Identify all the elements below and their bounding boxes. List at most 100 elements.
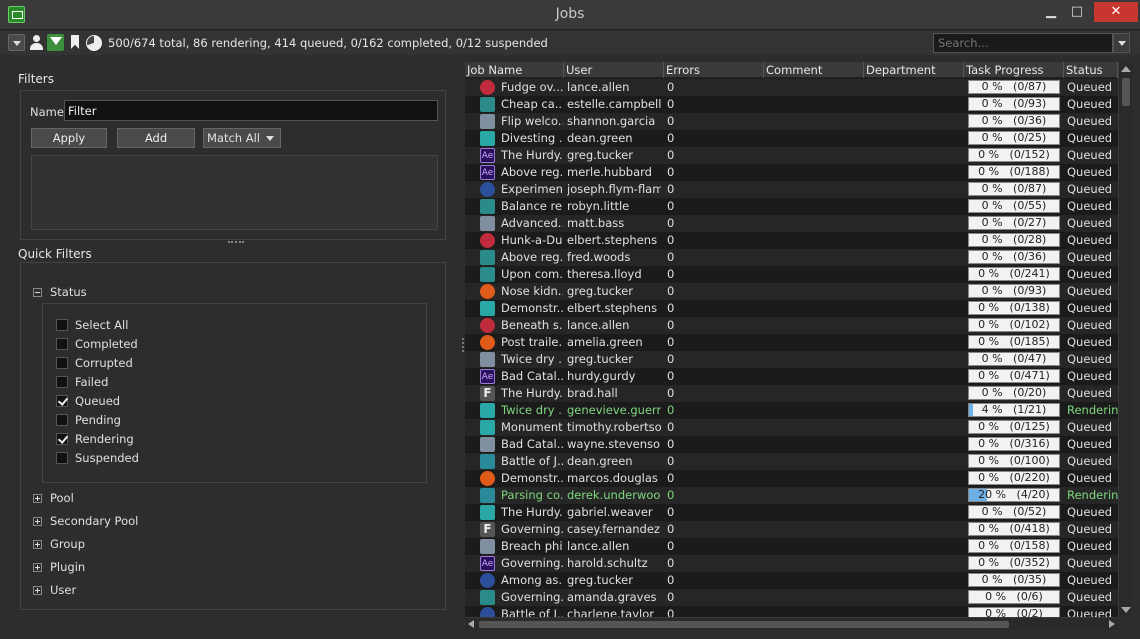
maya-icon — [480, 199, 495, 214]
table-row[interactable]: Post traile... amelia.green 0 Queued 0 % (0/… — [465, 334, 1118, 351]
hscroll-thumb[interactable] — [479, 621, 1009, 628]
jobs-table: Job Name User Errors Comment Department … — [465, 62, 1118, 617]
table-row[interactable]: Twice dry ... genevieve.guerr... 0 Renderin… — [465, 402, 1118, 419]
status-checkbox-failed[interactable] — [56, 376, 68, 388]
table-row[interactable]: Battle of J... charlene.taylor 0 Queued 0 % … — [465, 606, 1118, 617]
table-row[interactable]: Ae Bad Catal... hurdy.gurdy 0 Queued 0 % (0/4… — [465, 368, 1118, 385]
table-row[interactable]: Ae Governing... harold.schultz 0 Queued 0 % (… — [465, 555, 1118, 572]
status-option-label[interactable]: Queued — [75, 394, 120, 408]
scroll-up-icon[interactable] — [1121, 66, 1131, 72]
match-all-select[interactable]: Match All — [203, 128, 281, 148]
filter-name-input[interactable] — [64, 100, 438, 121]
table-row[interactable]: The Hurdy... gabriel.weaver 0 Queued 0 % (0/… — [465, 504, 1118, 521]
status-checkbox-pending[interactable] — [56, 414, 68, 426]
table-row[interactable]: Flip welco... shannon.garcia 0 Queued 0 % (0… — [465, 113, 1118, 130]
col-job-name[interactable]: Job Name — [465, 62, 564, 78]
table-row[interactable]: Above reg... fred.woods 0 Queued 0 % (0/36) — [465, 249, 1118, 266]
table-row[interactable]: Cheap ca... estelle.campbell 0 Queued 0 % (0… — [465, 96, 1118, 113]
filter-icon[interactable] — [47, 34, 64, 51]
search-dropdown-button[interactable] — [1113, 33, 1130, 53]
col-user[interactable]: User — [564, 62, 664, 78]
status-checkbox-select-all[interactable] — [56, 319, 68, 331]
pie-chart-icon[interactable] — [85, 34, 102, 51]
status-checkbox-corrupted[interactable] — [56, 357, 68, 369]
col-comment[interactable]: Comment — [764, 62, 864, 78]
scroll-thumb[interactable] — [1122, 78, 1130, 106]
close-button[interactable]: ✕ — [1094, 2, 1138, 22]
table-row[interactable]: Beneath s... lance.allen 0 Queued 0 % (0/102… — [465, 317, 1118, 334]
status-cell: Queued — [1067, 182, 1113, 196]
table-row[interactable]: Monument... timothy.robertson 0 Queued 0 % (… — [465, 419, 1118, 436]
table-row[interactable]: Ae Above reg... merle.hubbard 0 Queued 0 % (0… — [465, 164, 1118, 181]
col-department[interactable]: Department — [864, 62, 964, 78]
expand-icon[interactable] — [33, 586, 42, 595]
status-option-label[interactable]: Select All — [75, 318, 128, 332]
table-row[interactable]: Demonstr... marcos.douglas 0 Queued 0 % (0/2… — [465, 470, 1118, 487]
scroll-right-icon[interactable] — [1109, 620, 1115, 628]
table-row[interactable]: Bad Catal... wayne.stevenson 0 Queued 0 % (0… — [465, 436, 1118, 453]
table-row[interactable]: Twice dry ... greg.tucker 0 Queued 0 % (0/47… — [465, 351, 1118, 368]
status-option-label[interactable]: Failed — [75, 375, 108, 389]
user-cell: elbert.stephens — [567, 301, 658, 315]
table-row[interactable]: Ae The Hurdy... greg.tucker 0 Queued 0 % (0/1… — [465, 147, 1118, 164]
table-row[interactable]: Upon com... theresa.lloyd 0 Queued 0 % (0/24… — [465, 266, 1118, 283]
status-collapse-icon[interactable] — [33, 288, 42, 297]
status-checkbox-completed[interactable] — [56, 338, 68, 350]
status-option-label[interactable]: Pending — [75, 413, 121, 427]
apply-button[interactable]: Apply — [31, 128, 107, 148]
table-row[interactable]: Parsing co... derek.underwood 0 Rendering 20… — [465, 487, 1118, 504]
quick-filter-group-plugin[interactable]: Plugin — [50, 560, 85, 574]
status-option-label[interactable]: Suspended — [75, 451, 139, 465]
bookmark-icon[interactable] — [66, 34, 83, 51]
table-row[interactable]: Experimen... joseph.flym-flam 0 Queued 0 % (… — [465, 181, 1118, 198]
minimize-button[interactable]: ▁ — [1040, 2, 1062, 22]
status-group-label[interactable]: Status — [50, 285, 87, 299]
search-input[interactable] — [933, 33, 1113, 53]
expand-icon[interactable] — [33, 563, 42, 572]
after-effects-icon: Ae — [480, 165, 495, 180]
quick-filter-group-user[interactable]: User — [50, 583, 76, 597]
quick-filter-group-group[interactable]: Group — [50, 537, 85, 551]
status-checkbox-rendering[interactable] — [56, 433, 68, 445]
table-row[interactable]: Hunk-a-Du... elbert.stephens 0 Queued 0 % (0… — [465, 232, 1118, 249]
dropdown-icon[interactable] — [8, 34, 25, 51]
filter-list[interactable] — [31, 155, 438, 230]
user-cell: hurdy.gurdy — [567, 369, 636, 383]
expand-icon[interactable] — [33, 517, 42, 526]
user-icon[interactable] — [28, 34, 45, 51]
col-status[interactable]: Status — [1064, 62, 1118, 78]
table-row[interactable]: Battle of J... dean.green 0 Queued 0 % (0/10… — [465, 453, 1118, 470]
table-row[interactable]: Breach phi... lance.allen 0 Queued 0 % (0/15… — [465, 538, 1118, 555]
table-row[interactable]: Demonstr... elbert.stephens 0 Queued 0 % (0/… — [465, 300, 1118, 317]
expand-icon[interactable] — [33, 494, 42, 503]
expand-icon[interactable] — [33, 540, 42, 549]
job-summary-text: 500/674 total, 86 rendering, 414 queued,… — [108, 36, 548, 50]
table-row[interactable]: Among as... greg.tucker 0 Queued 0 % (0/35) — [465, 572, 1118, 589]
user-cell: lance.allen — [567, 80, 630, 94]
table-row[interactable]: Fudge ov... lance.allen 0 Queued 0 % (0/87) — [465, 79, 1118, 96]
horizontal-scrollbar[interactable] — [465, 617, 1118, 630]
quick-filter-group-pool[interactable]: Pool — [50, 491, 74, 505]
quick-filters-title: Quick Filters — [18, 247, 92, 261]
status-option-label[interactable]: Completed — [75, 337, 138, 351]
table-row[interactable]: F Governing... casey.fernandez 0 Queued 0 % (… — [465, 521, 1118, 538]
status-checkbox-suspended[interactable] — [56, 452, 68, 464]
panel-splitter-handle[interactable] — [228, 241, 244, 244]
col-errors[interactable]: Errors — [664, 62, 764, 78]
status-option-label[interactable]: Corrupted — [75, 356, 133, 370]
add-button[interactable]: Add — [117, 128, 195, 148]
vertical-scrollbar[interactable] — [1118, 62, 1132, 617]
table-row[interactable]: Governing... amanda.graves 0 Queued 0 % (0/6… — [465, 589, 1118, 606]
table-row[interactable]: Balance re... robyn.little 0 Queued 0 % (0/5… — [465, 198, 1118, 215]
scroll-down-icon[interactable] — [1121, 607, 1131, 613]
scroll-left-icon[interactable] — [468, 620, 474, 628]
table-row[interactable]: Divesting ... dean.green 0 Queued 0 % (0/25) — [465, 130, 1118, 147]
col-task-progress[interactable]: Task Progress — [964, 62, 1064, 78]
status-option-label[interactable]: Rendering — [75, 432, 134, 446]
maximize-button[interactable]: □ — [1066, 2, 1088, 22]
status-checkbox-queued[interactable] — [56, 395, 68, 407]
quick-filter-group-secondary-pool[interactable]: Secondary Pool — [50, 514, 138, 528]
table-row[interactable]: F The Hurdy... brad.hall 0 Queued 0 % (0/20) — [465, 385, 1118, 402]
table-row[interactable]: Nose kidn... greg.tucker 0 Queued 0 % (0/93) — [465, 283, 1118, 300]
table-row[interactable]: Advanced... matt.bass 0 Queued 0 % (0/27) — [465, 215, 1118, 232]
